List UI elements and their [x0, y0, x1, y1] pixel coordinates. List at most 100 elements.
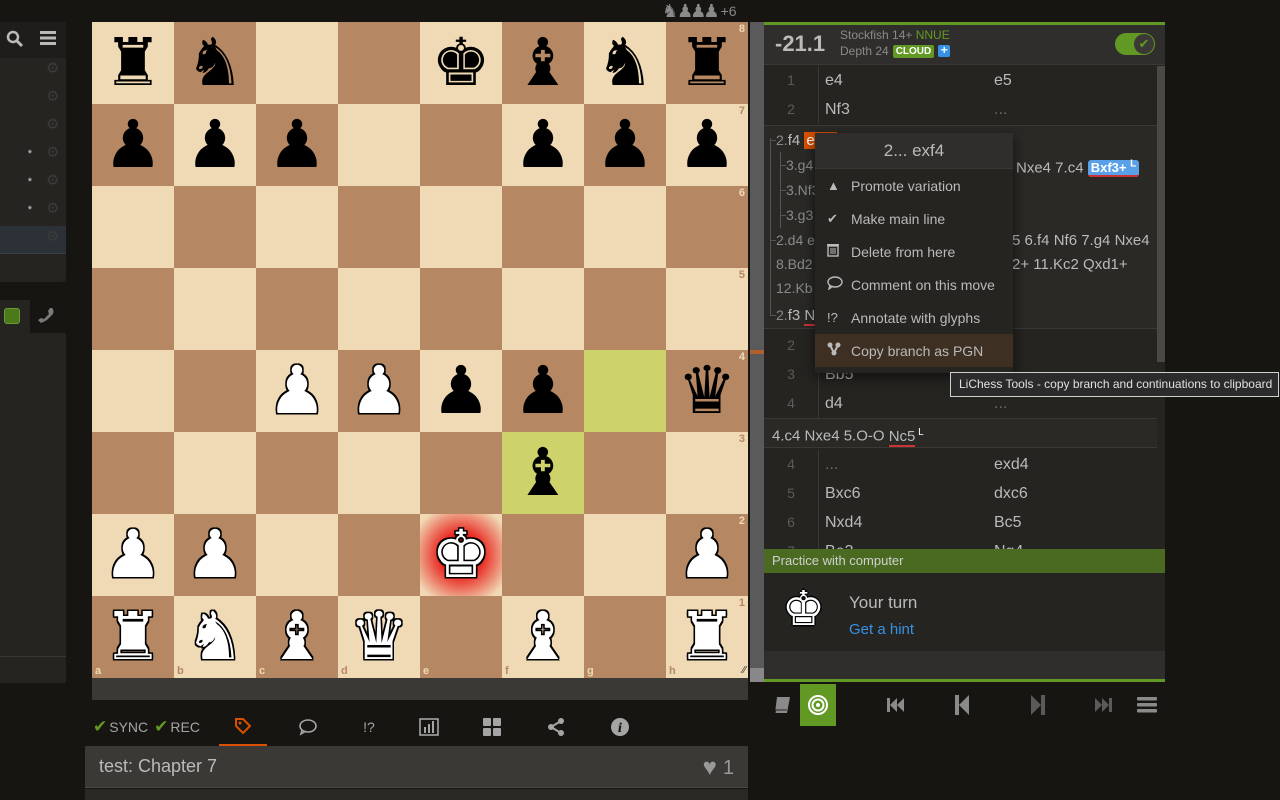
square-e2[interactable]: ♚	[420, 514, 502, 596]
white-rook-icon[interactable]: ♜	[666, 596, 748, 678]
white-pawn-icon[interactable]: ♟	[92, 514, 174, 596]
first-move-icon[interactable]	[874, 684, 918, 726]
move-white[interactable]: e4	[819, 72, 988, 90]
move-black[interactable]: dxc6	[988, 485, 1157, 503]
square-g1[interactable]: g	[584, 596, 666, 678]
info-icon[interactable]: i	[596, 708, 644, 746]
gear-icon[interactable]: ⚙	[46, 201, 60, 216]
hint-link[interactable]: Get a hint	[849, 621, 914, 638]
square-h3[interactable]: 3	[666, 432, 748, 514]
black-bishop-icon[interactable]: ♝	[502, 432, 584, 514]
move-black[interactable]: e5	[988, 72, 1157, 90]
variation-move[interactable]: N	[804, 307, 816, 326]
white-bishop-icon[interactable]: ♝	[502, 596, 584, 678]
square-f1[interactable]: ♝ f	[502, 596, 584, 678]
square-g8[interactable]: ♞	[584, 22, 666, 104]
black-queen-icon[interactable]: ♛	[666, 350, 748, 432]
move-black[interactable]: exd4	[988, 456, 1157, 474]
square-c4[interactable]: ♟	[256, 350, 338, 432]
square-h2[interactable]: ♟ 2	[666, 514, 748, 596]
square-d4[interactable]: ♟	[338, 350, 420, 432]
white-pawn-icon[interactable]: ♟	[174, 514, 256, 596]
black-pawn-icon[interactable]: ♟	[92, 104, 174, 186]
square-d1[interactable]: ♛ d	[338, 596, 420, 678]
square-d3[interactable]	[338, 432, 420, 514]
gear-icon[interactable]: ⚙	[46, 145, 60, 160]
black-pawn-icon[interactable]: ♟	[256, 104, 338, 186]
square-d2[interactable]	[338, 514, 420, 596]
black-pawn-icon[interactable]: ♟	[666, 104, 748, 186]
square-d7[interactable]	[338, 104, 420, 186]
square-c3[interactable]	[256, 432, 338, 514]
square-f5[interactable]	[502, 268, 584, 350]
move-black[interactable]: ...	[988, 101, 1157, 119]
black-rook-icon[interactable]: ♜	[666, 22, 748, 104]
white-king-icon[interactable]: ♚	[420, 514, 502, 596]
white-pawn-icon[interactable]: ♟	[256, 350, 338, 432]
square-a6[interactable]	[92, 186, 174, 268]
variation-move[interactable]: 12.Kb	[776, 280, 813, 296]
white-bishop-icon[interactable]: ♝	[256, 596, 338, 678]
context-menu-item[interactable]: ▲ Promote variation	[815, 169, 1013, 202]
square-a1[interactable]: ♜ a	[92, 596, 174, 678]
variation-move[interactable]: 5 6.f4 Nf6 7.g4 Nxe4	[1012, 232, 1150, 249]
white-pawn-icon[interactable]: ♟	[338, 350, 420, 432]
black-pawn-icon[interactable]: ♟	[420, 350, 502, 432]
square-d8[interactable]	[338, 22, 420, 104]
square-e4[interactable]: ♟	[420, 350, 502, 432]
white-rook-icon[interactable]: ♜	[92, 596, 174, 678]
hamburger-icon[interactable]	[1130, 684, 1164, 726]
variation-move[interactable]: 2.d4 e	[776, 232, 815, 248]
square-a3[interactable]	[92, 432, 174, 514]
phone-icon[interactable]	[36, 306, 56, 331]
square-g3[interactable]	[584, 432, 666, 514]
square-b4[interactable]	[174, 350, 256, 432]
square-c7[interactable]: ♟	[256, 104, 338, 186]
chapter-list-item[interactable]: * ⚙	[0, 198, 66, 226]
square-h8[interactable]: ♜ 8	[666, 22, 748, 104]
square-h4[interactable]: ♛ 4	[666, 350, 748, 432]
hamburger-icon[interactable]	[40, 30, 58, 51]
variation-move[interactable]: f4	[788, 132, 805, 149]
square-c1[interactable]: ♝ c	[256, 596, 338, 678]
move-white[interactable]: Nxd4	[819, 514, 988, 532]
chart-icon[interactable]	[405, 708, 453, 746]
square-h5[interactable]: 5	[666, 268, 748, 350]
context-menu-item[interactable]: Copy branch as PGN	[815, 334, 1013, 367]
tags-icon[interactable]	[219, 708, 267, 746]
add-pv-button[interactable]: +	[938, 44, 951, 57]
book-icon[interactable]	[764, 684, 800, 726]
chapter-list-item[interactable]: ⚙	[0, 114, 66, 142]
square-a5[interactable]	[92, 268, 174, 350]
square-f3[interactable]: ♝	[502, 432, 584, 514]
square-b1[interactable]: ♞ b	[174, 596, 256, 678]
variation-move[interactable]: 2+ 11.Kc2 Qxd1+	[1012, 256, 1128, 273]
square-a2[interactable]: ♟	[92, 514, 174, 596]
square-f6[interactable]	[502, 186, 584, 268]
next-move-icon[interactable]	[1016, 684, 1060, 726]
variation-move[interactable]: Nc5	[888, 427, 916, 447]
square-f8[interactable]: ♝	[502, 22, 584, 104]
black-pawn-icon[interactable]: ♟	[174, 104, 256, 186]
variation-move[interactable]: Nxe4 7.c4	[1016, 159, 1088, 176]
black-bishop-icon[interactable]: ♝	[502, 22, 584, 104]
square-a7[interactable]: ♟	[92, 104, 174, 186]
variation-move[interactable]: 8.Bd2	[776, 256, 813, 272]
square-g7[interactable]: ♟	[584, 104, 666, 186]
chapter-list-item[interactable]: * ⚙	[0, 170, 66, 198]
black-pawn-icon[interactable]: ♟	[502, 350, 584, 432]
like-button[interactable]: ♥ 1	[703, 754, 734, 782]
gear-icon[interactable]: ⚙	[46, 89, 60, 104]
multiboard-icon[interactable]	[468, 708, 516, 746]
square-b8[interactable]: ♞	[174, 22, 256, 104]
gear-icon[interactable]: ⚙	[46, 61, 60, 76]
square-g4[interactable]	[584, 350, 666, 432]
prev-move-icon[interactable]	[940, 684, 984, 726]
white-pawn-icon[interactable]: ♟	[666, 514, 748, 596]
square-d6[interactable]	[338, 186, 420, 268]
move-black[interactable]: ...	[988, 395, 1157, 413]
square-c8[interactable]	[256, 22, 338, 104]
square-b7[interactable]: ♟	[174, 104, 256, 186]
chapter-list-item[interactable]: ⚙	[0, 86, 66, 114]
square-g6[interactable]	[584, 186, 666, 268]
